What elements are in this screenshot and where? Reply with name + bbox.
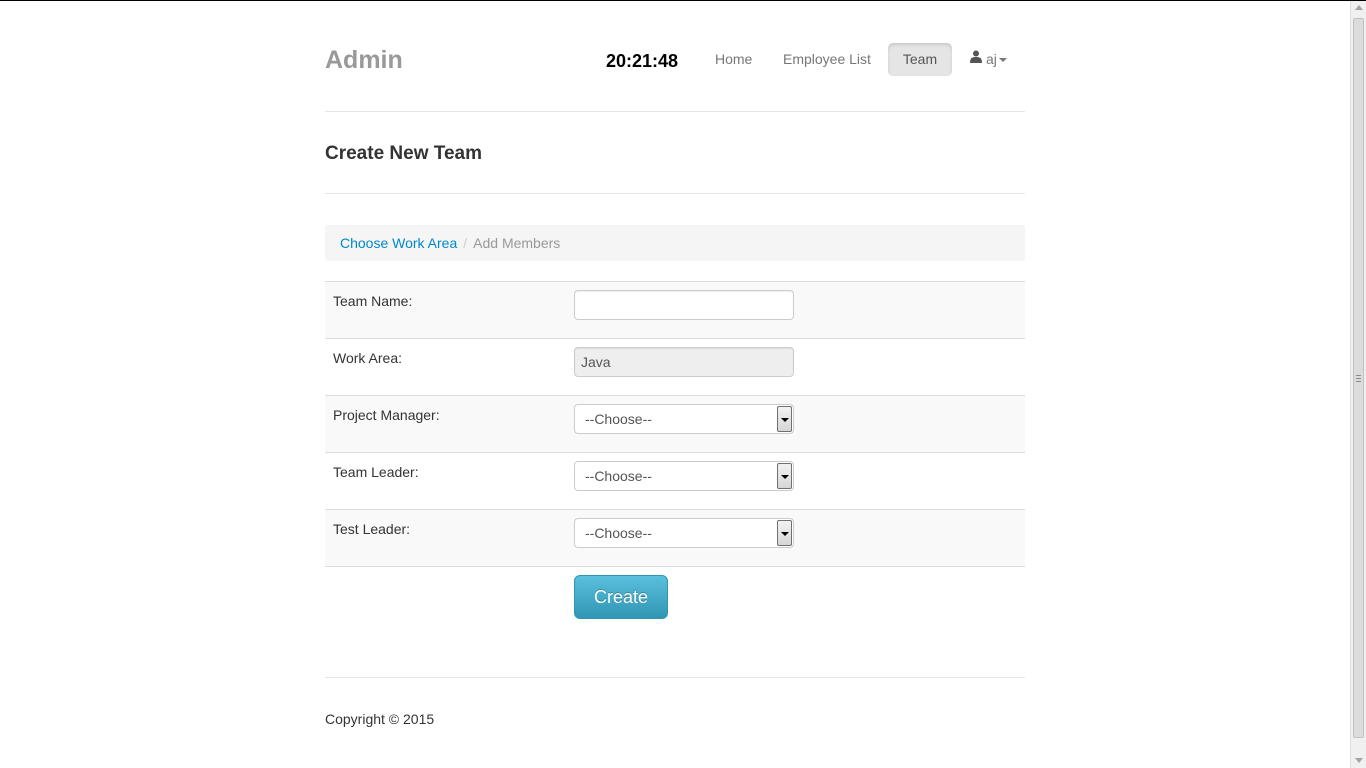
form-row-submit: Create	[325, 567, 1025, 629]
caret-down-icon	[998, 58, 1007, 63]
form-row-test-leader: Test Leader: --Choose--	[325, 510, 1025, 567]
caret-down-icon	[781, 418, 789, 422]
user-name: aj	[986, 51, 997, 67]
footer-copyright: Copyright © 2015	[325, 711, 435, 727]
nav-home[interactable]: Home	[700, 43, 767, 76]
breadcrumb-add-members: Add Members	[473, 235, 561, 251]
page-title: Create New Team	[325, 143, 482, 164]
page: Admin 20:21:48 Home Employee List Team a…	[0, 0, 1350, 768]
nav-team[interactable]: Team	[888, 43, 952, 76]
project-manager-label: Project Manager:	[333, 407, 440, 423]
team-form: Team Name: Work Area: Project Manager: -…	[325, 281, 1025, 629]
dropdown-button[interactable]	[777, 406, 792, 432]
form-row-team-name: Team Name:	[325, 282, 1025, 339]
project-manager-select[interactable]: --Choose--	[574, 404, 794, 434]
create-button[interactable]: Create	[574, 575, 668, 619]
work-area-label: Work Area:	[333, 350, 402, 366]
dropdown-button[interactable]	[777, 463, 792, 489]
scroll-down-icon[interactable]	[1355, 758, 1363, 763]
user-menu[interactable]: aj	[970, 43, 1007, 76]
form-row-work-area: Work Area:	[325, 339, 1025, 396]
vertical-scrollbar[interactable]	[1350, 1, 1366, 768]
scroll-up-icon[interactable]	[1355, 5, 1363, 10]
project-manager-selected: --Choose--	[585, 411, 652, 427]
team-name-input[interactable]	[574, 290, 794, 320]
footer-divider	[325, 677, 1025, 678]
team-leader-select[interactable]: --Choose--	[574, 461, 794, 491]
title-divider	[325, 193, 1025, 194]
breadcrumb: Choose Work Area / Add Members	[325, 225, 1025, 261]
breadcrumb-choose-work-area[interactable]: Choose Work Area	[340, 235, 457, 251]
grip-icon	[1356, 375, 1361, 382]
caret-down-icon	[781, 532, 789, 536]
team-name-label: Team Name:	[333, 293, 413, 309]
team-leader-label: Team Leader:	[333, 464, 419, 480]
nav-employee-list[interactable]: Employee List	[768, 43, 886, 76]
test-leader-label: Test Leader:	[333, 521, 411, 537]
test-leader-select[interactable]: --Choose--	[574, 518, 794, 548]
user-icon	[970, 42, 982, 75]
clock: 20:21:48	[606, 51, 679, 71]
header-divider	[325, 111, 1025, 112]
dropdown-button[interactable]	[777, 520, 792, 546]
form-row-team-leader: Team Leader: --Choose--	[325, 453, 1025, 510]
breadcrumb-separator: /	[463, 235, 468, 251]
form-row-project-manager: Project Manager: --Choose--	[325, 396, 1025, 453]
caret-down-icon	[781, 475, 789, 479]
team-leader-selected: --Choose--	[585, 468, 652, 484]
test-leader-selected: --Choose--	[585, 525, 652, 541]
brand-title[interactable]: Admin	[325, 46, 403, 75]
work-area-input	[574, 347, 794, 377]
scrollbar-thumb[interactable]	[1353, 18, 1364, 738]
